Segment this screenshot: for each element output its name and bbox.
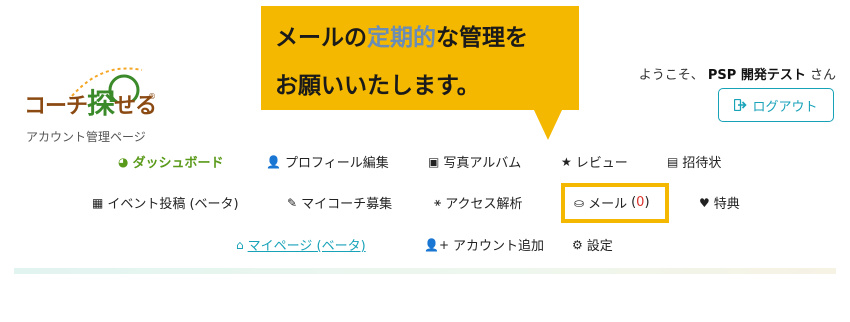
nav-profile-edit[interactable]: 👤 プロフィール編集 (266, 152, 389, 172)
add-user-icon: 👤+ (424, 237, 449, 252)
nav-row-2: ▦ イベント投稿 (ベータ) ✎ マイコーチ募集 ⚹ アクセス解析 ⛀ メール … (0, 193, 850, 217)
home-icon: ⌂ (236, 237, 244, 252)
nav-dashboard[interactable]: ◕ ダッシュボード (118, 152, 224, 172)
calendar-icon: ▦ (92, 195, 104, 210)
callout-line-2: お願いいたします。 (275, 73, 480, 99)
logo-subtitle: アカウント管理ページ (26, 130, 146, 144)
user-name: PSP 開発テスト (707, 68, 806, 83)
logout-button[interactable]: ログアウト (718, 88, 834, 122)
nav-my-page[interactable]: ⌂ マイページ (ベータ) (236, 235, 366, 255)
user-icon: 👤 (266, 154, 281, 169)
logo-text: コーチ探せる (24, 87, 157, 120)
nav-row-1: ◕ ダッシュボード 👤 プロフィール編集 ▣ 写真アルバム ★ レビュー ▤ 招… (0, 152, 850, 176)
callout-box: メールの定期的な管理を お願いいたします。 (261, 6, 579, 110)
mail-highlight-box (561, 183, 669, 223)
gear-icon: ⚙ (572, 237, 583, 252)
nav-photo-album[interactable]: ▣ 写真アルバム (428, 152, 521, 172)
callout-line-1: メールの定期的な管理を (275, 25, 528, 51)
heart-icon: ♥ (699, 195, 710, 210)
dashboard-icon: ◕ (118, 154, 129, 169)
sign-out-icon (734, 99, 748, 111)
nav-settings[interactable]: ⚙ 設定 (572, 235, 613, 255)
nav-review[interactable]: ★ レビュー (561, 152, 628, 172)
logo[interactable]: コーチ探せる ® アカウント管理ページ (22, 62, 182, 144)
nav-add-account[interactable]: 👤+ アカウント追加 (424, 235, 544, 255)
analytics-icon: ⚹ (434, 195, 442, 209)
nav-invitation[interactable]: ▤ 招待状 (667, 152, 721, 172)
content-divider (14, 268, 836, 274)
nav-access-analytics[interactable]: ⚹ アクセス解析 (434, 193, 523, 212)
nav-my-coach-recruit[interactable]: ✎ マイコーチ募集 (287, 193, 392, 213)
nav-row-3: ⌂ マイページ (ベータ) 👤+ アカウント追加 ⚙ 設定 (0, 235, 850, 259)
edit-user-icon: ✎ (287, 195, 298, 210)
callout-arrow (534, 110, 562, 140)
invitation-icon: ▤ (667, 154, 679, 169)
star-icon: ★ (561, 154, 572, 169)
logo-registered-mark: ® (148, 92, 156, 101)
nav-event-post[interactable]: ▦ イベント投稿 (ベータ) (92, 193, 239, 213)
image-icon: ▣ (428, 154, 440, 169)
welcome-text: ようこそ、 PSP 開発テスト さん (638, 68, 836, 83)
nav-benefits[interactable]: ♥ 特典 (699, 193, 740, 213)
